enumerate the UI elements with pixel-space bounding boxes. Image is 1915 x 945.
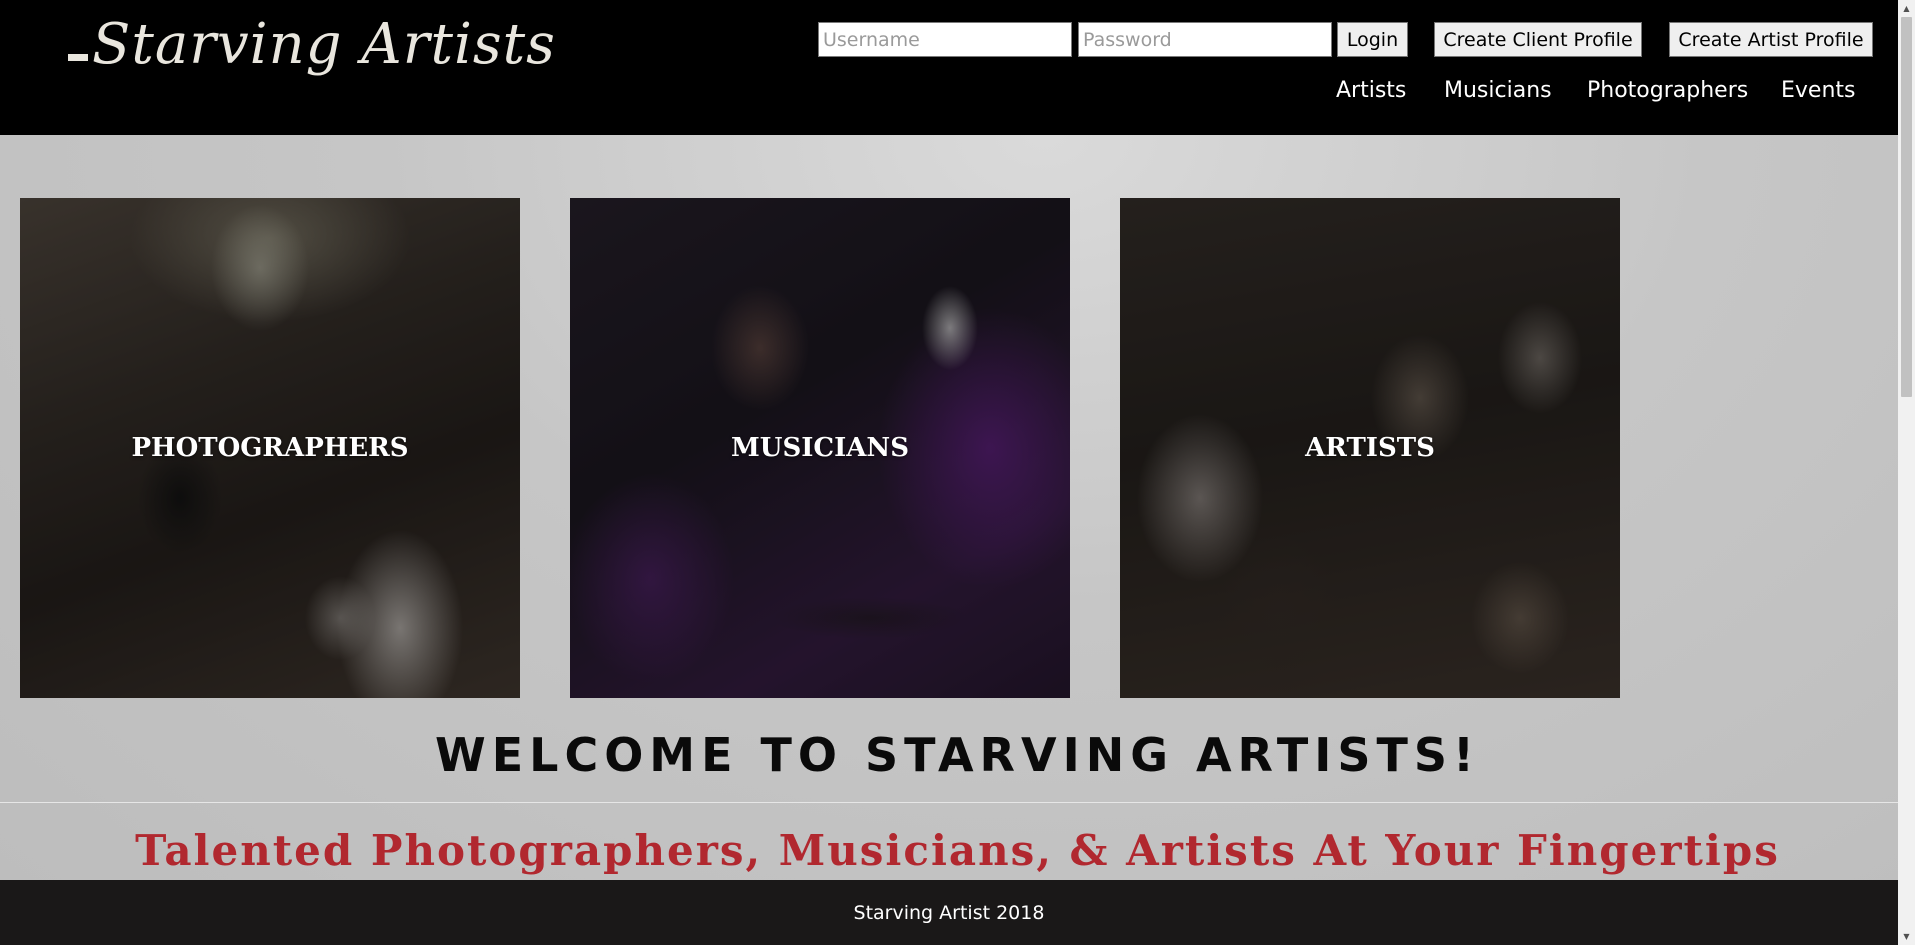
- scrollbar-thumb[interactable]: [1901, 17, 1912, 397]
- artists-tile[interactable]: ARTISTS: [1120, 198, 1620, 698]
- site-header: Starving Artists Login Create Client Pro…: [0, 0, 1898, 135]
- photographers-tile[interactable]: PHOTOGRAPHERS: [20, 198, 520, 698]
- scroll-down-arrow-icon[interactable]: ▼: [1898, 928, 1915, 945]
- username-input[interactable]: [818, 22, 1072, 57]
- nav-events[interactable]: Events: [1781, 78, 1856, 103]
- site-logo[interactable]: Starving Artists: [68, 12, 556, 77]
- password-input[interactable]: [1078, 22, 1332, 57]
- create-client-profile-button[interactable]: Create Client Profile: [1434, 22, 1642, 57]
- scroll-up-arrow-icon[interactable]: ▲: [1898, 0, 1915, 17]
- vertical-scrollbar[interactable]: ▲ ▼: [1898, 0, 1915, 945]
- login-button[interactable]: Login: [1337, 22, 1408, 57]
- tagline-heading: Talented Photographers, Musicians, & Art…: [135, 826, 1780, 875]
- nav-artists[interactable]: Artists: [1336, 78, 1406, 103]
- logo-text: Starving Artists: [92, 12, 556, 77]
- musicians-tile[interactable]: MUSICIANS: [570, 198, 1070, 698]
- nav-photographers[interactable]: Photographers: [1587, 78, 1748, 103]
- nav-musicians[interactable]: Musicians: [1444, 78, 1552, 103]
- tile-label-photographers: PHOTOGRAPHERS: [131, 433, 409, 463]
- tile-label-musicians: MUSICIANS: [731, 433, 909, 463]
- tile-label-artists: ARTISTS: [1305, 433, 1435, 463]
- site-footer: Starving Artist 2018: [0, 880, 1898, 945]
- welcome-heading: WELCOME TO STARVING ARTISTS!: [434, 728, 1481, 782]
- footer-text: Starving Artist 2018: [853, 901, 1045, 924]
- logo-dash: [68, 54, 88, 61]
- create-artist-profile-button[interactable]: Create Artist Profile: [1669, 22, 1873, 57]
- section-divider: [0, 802, 1898, 803]
